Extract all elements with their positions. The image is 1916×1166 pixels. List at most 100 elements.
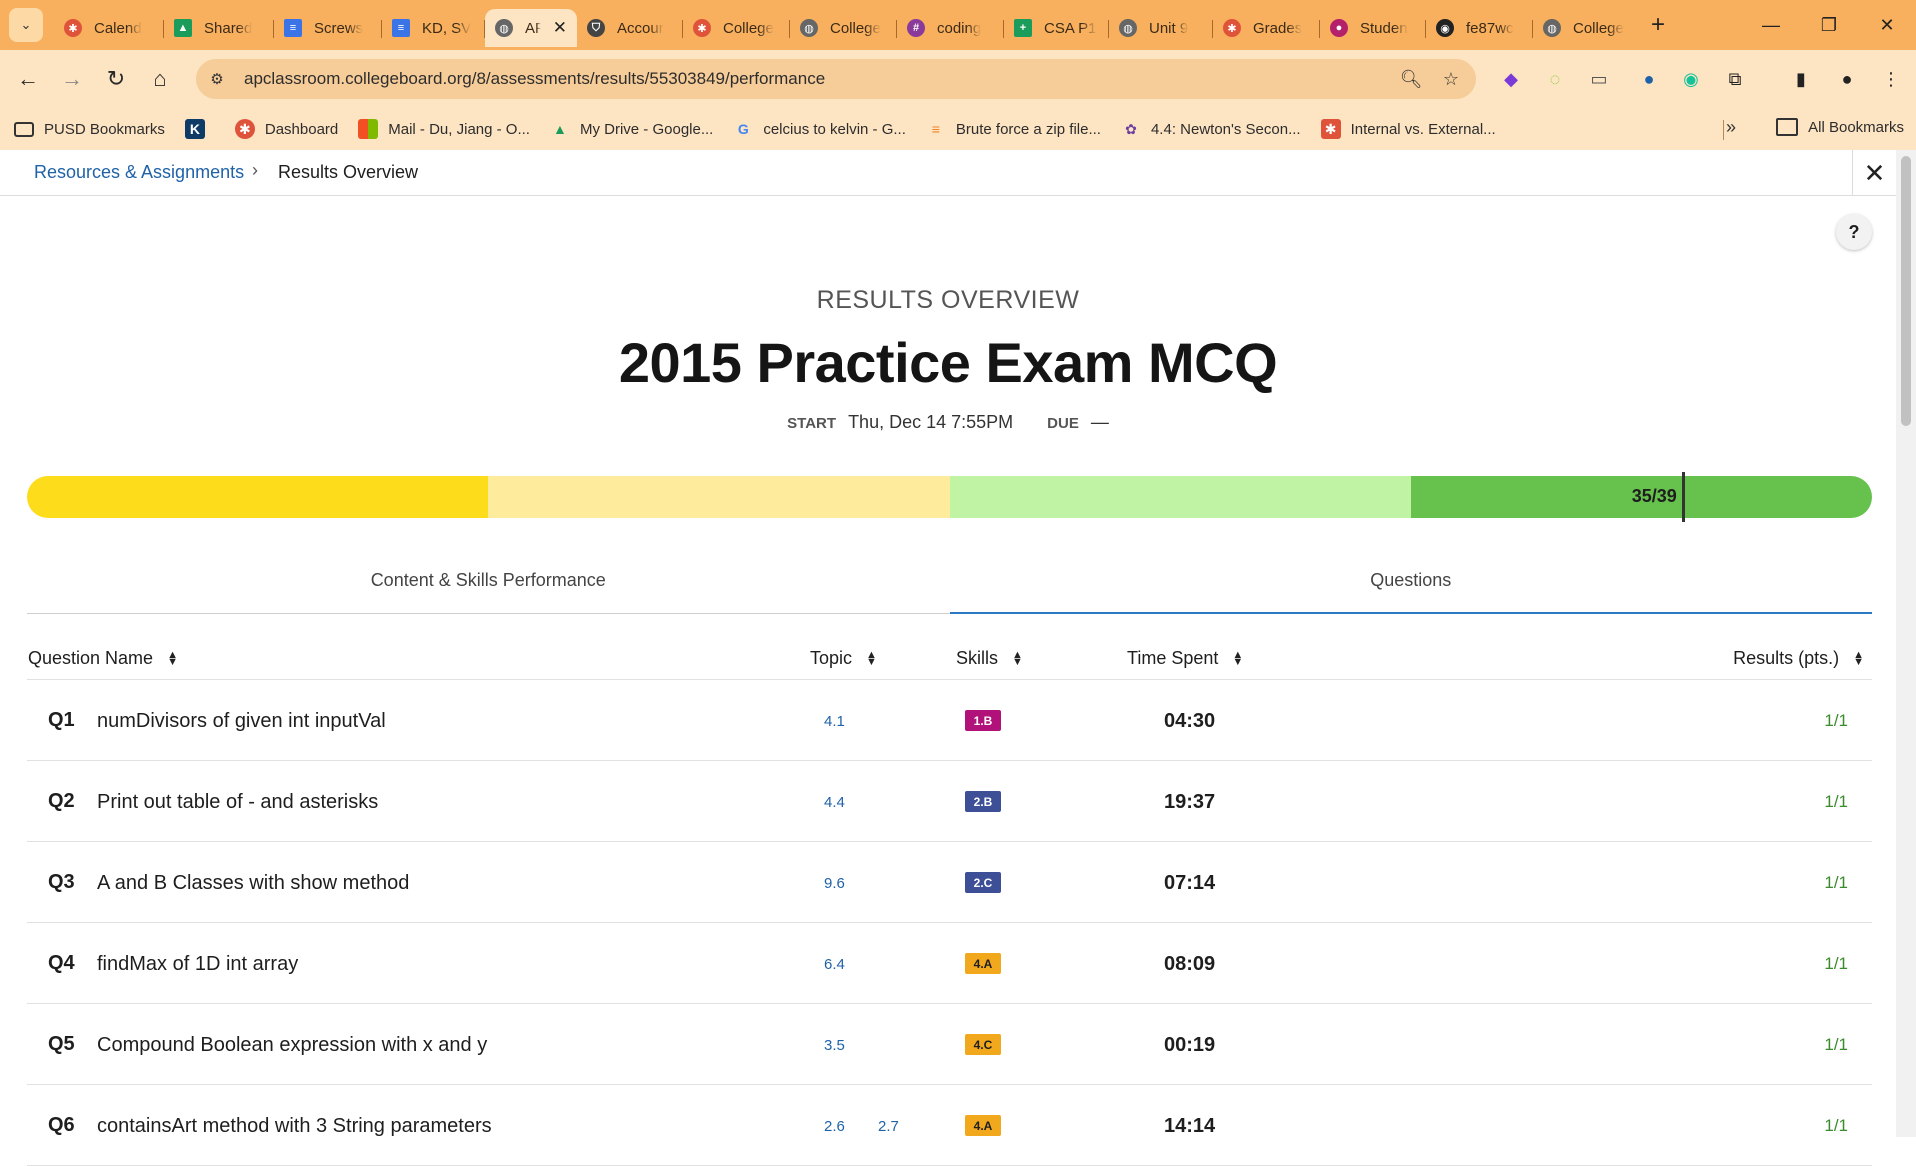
column-header-skills[interactable]: Skills ▲ ▼: [956, 648, 1023, 669]
column-header-time-spent[interactable]: Time Spent ▲ ▼: [1127, 648, 1243, 669]
column-header-question-name[interactable]: Question Name ▲ ▼: [28, 648, 178, 669]
bookmark-item[interactable]: ✱ Internal vs. External...: [1320, 119, 1496, 139]
topic-link[interactable]: 2.6: [824, 1118, 845, 1135]
minimize-button[interactable]: —: [1742, 0, 1800, 50]
cast-icon[interactable]: ▭: [1584, 64, 1614, 94]
more-bookmarks-icon[interactable]: »: [1726, 117, 1736, 138]
bookmark-item[interactable]: ✱ Dashboard: [234, 119, 338, 139]
more-menu-icon[interactable]: ⋮: [1876, 64, 1906, 94]
tab-search-button[interactable]: ⌄: [9, 8, 43, 42]
topic-link[interactable]: 3.5: [824, 1037, 845, 1054]
browser-tab[interactable]: ▲ Shared: [164, 9, 274, 47]
plus-icon: +: [1650, 11, 1665, 38]
bookmark-item[interactable]: ▲ My Drive - Google...: [550, 119, 713, 139]
results-tabs: Content & Skills Performance Questions: [27, 554, 1872, 614]
browser-tab[interactable]: ● Studen: [1320, 9, 1426, 47]
extension-on-icon[interactable]: ●: [1634, 64, 1664, 94]
restore-icon: ❐: [1820, 14, 1838, 35]
extension-circle-icon[interactable]: ◌: [1540, 64, 1570, 94]
restore-button[interactable]: ❐: [1800, 0, 1858, 50]
folder-icon: [1776, 118, 1799, 136]
topic-link[interactable]: 2.7: [878, 1118, 899, 1135]
sort-icon[interactable]: ▲ ▼: [1853, 649, 1864, 667]
table-row[interactable]: Q5 Compound Boolean expression with x an…: [27, 1004, 1872, 1085]
close-tab-icon[interactable]: ✕: [553, 18, 567, 38]
bookmark-item[interactable]: Mail - Du, Jiang - O...: [358, 119, 530, 139]
sheets-icon: +: [1014, 19, 1032, 37]
sort-icon[interactable]: ▲ ▼: [167, 649, 178, 667]
avatar[interactable]: ●: [1832, 64, 1862, 94]
question-name[interactable]: findMax of 1D int array: [97, 953, 298, 976]
page-scrollbar[interactable]: [1896, 150, 1916, 1137]
browser-tab[interactable]: ✱ Calend: [54, 9, 164, 47]
table-row[interactable]: Q2 Print out table of - and asterisks 4.…: [27, 761, 1872, 842]
browser-tab[interactable]: ◉ fe87wc: [1426, 9, 1533, 47]
address-bar[interactable]: ⚙ apclassroom.collegeboard.org/8/assessm…: [196, 59, 1476, 99]
sort-icon[interactable]: ▲ ▼: [1232, 649, 1243, 667]
question-name[interactable]: Compound Boolean expression with x and y: [97, 1034, 487, 1057]
column-header-results[interactable]: Results (pts.) ▲ ▼: [1733, 648, 1864, 669]
question-name[interactable]: Print out table of - and asterisks: [97, 791, 378, 814]
home-button[interactable]: ⌂: [140, 59, 180, 99]
extensions-icon[interactable]: ⧉: [1720, 64, 1750, 94]
side-panel-icon[interactable]: ▮: [1786, 64, 1816, 94]
globe-icon: ◍: [1543, 19, 1561, 37]
browser-tab[interactable]: ≡ KD, SV: [382, 9, 485, 47]
bookmark-item[interactable]: K: [184, 119, 215, 139]
column-header-topic[interactable]: Topic ▲ ▼: [810, 648, 877, 669]
breadcrumb-current: Results Overview: [278, 162, 419, 182]
topic-link[interactable]: 4.1: [824, 713, 845, 730]
bookmarks-divider: [1723, 120, 1724, 140]
scrollbar-thumb[interactable]: [1901, 156, 1911, 426]
new-tab-button[interactable]: +: [1641, 8, 1675, 42]
topic-link[interactable]: 6.4: [824, 956, 845, 973]
back-button[interactable]: ←: [8, 59, 48, 99]
breadcrumb-link[interactable]: Resources & Assignments: [34, 162, 244, 183]
question-name[interactable]: containsArt method with 3 String paramet…: [97, 1115, 492, 1138]
browser-tab[interactable]: ◍ College: [790, 9, 897, 47]
site-info-icon[interactable]: ⚙: [202, 64, 232, 94]
result-points: 1/1: [1824, 1116, 1848, 1135]
reload-button[interactable]: ↻: [96, 59, 136, 99]
close-window-button[interactable]: ✕: [1858, 0, 1916, 50]
tab-content-skills[interactable]: Content & Skills Performance: [27, 554, 950, 613]
sort-icon[interactable]: ▲ ▼: [866, 649, 877, 667]
close-button[interactable]: ✕: [1852, 150, 1896, 196]
extension-puzzle-icon[interactable]: ◆: [1496, 64, 1526, 94]
question-name[interactable]: A and B Classes with show method: [97, 872, 409, 895]
question-icon: ?: [1848, 221, 1860, 242]
table-row[interactable]: Q3 A and B Classes with show method 9.6 …: [27, 842, 1872, 923]
all-bookmarks-button[interactable]: All Bookmarks: [1776, 118, 1904, 136]
browser-tab[interactable]: ✱ College: [683, 9, 790, 47]
browser-tab[interactable]: # coding: [897, 9, 1004, 47]
url-text[interactable]: apclassroom.collegeboard.org/8/assessmen…: [244, 69, 825, 89]
topic-link[interactable]: 9.6: [824, 875, 845, 892]
star-icon[interactable]: ☆: [1436, 64, 1466, 94]
window-controls: — ❐ ✕: [1742, 0, 1916, 50]
browser-tab[interactable]: ≡ Screws: [274, 9, 382, 47]
bookmark-item[interactable]: G celcius to kelvin - G...: [733, 119, 906, 139]
browser-tab[interactable]: + CSA P1: [1004, 9, 1109, 47]
browser-tab[interactable]: ◍ College: [1533, 9, 1637, 47]
tab-questions[interactable]: Questions: [949, 554, 1873, 614]
forward-button[interactable]: →: [52, 59, 92, 99]
browser-tab[interactable]: ✱ Grades: [1213, 9, 1320, 47]
bookmark-item[interactable]: ✿ 4.4: Newton's Secon...: [1121, 119, 1301, 139]
topic-link[interactable]: 4.4: [824, 794, 845, 811]
browser-tab[interactable]: ⛉ Accour: [577, 9, 683, 47]
square-icon: ✱: [1320, 119, 1341, 139]
grammarly-icon[interactable]: ◉: [1676, 64, 1706, 94]
drive-icon: ▲: [174, 19, 192, 37]
globe-icon: ◍: [1119, 19, 1137, 37]
table-row[interactable]: Q6 containsArt method with 3 String para…: [27, 1085, 1872, 1166]
question-name[interactable]: numDivisors of given int inputVal: [97, 710, 386, 733]
table-row[interactable]: Q4 findMax of 1D int array 6.4 4.A 08:09…: [27, 923, 1872, 1004]
browser-tab[interactable]: ◍ Unit 9: [1109, 9, 1213, 47]
help-button[interactable]: ?: [1836, 214, 1872, 250]
zoom-icon[interactable]: 🔍︎: [1396, 64, 1426, 94]
browser-tab-active[interactable]: ◍ AP ✕: [485, 9, 577, 47]
bookmark-item[interactable]: ≡ Brute force a zip file...: [926, 119, 1101, 139]
sort-icon[interactable]: ▲ ▼: [1012, 649, 1023, 667]
table-row[interactable]: Q1 numDivisors of given int inputVal 4.1…: [27, 680, 1872, 761]
bookmark-item[interactable]: PUSD Bookmarks: [14, 121, 165, 138]
